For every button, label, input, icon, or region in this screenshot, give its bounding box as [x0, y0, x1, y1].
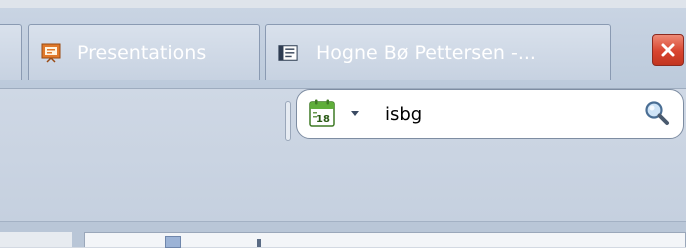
main-panel: [84, 232, 686, 248]
search-input[interactable]: [385, 100, 625, 128]
tab-previous[interactable]: [0, 24, 22, 80]
close-button[interactable]: [652, 34, 684, 66]
calendar-icon[interactable]: 18: [309, 99, 335, 127]
left-panel: [0, 232, 72, 247]
close-icon: [661, 43, 675, 57]
item-icon: [165, 236, 181, 248]
dropdown-arrow-icon[interactable]: [351, 111, 359, 116]
tab-presentations[interactable]: Presentations: [28, 24, 260, 80]
window-top-strip: [0, 0, 686, 8]
tab-hogne-bo-pettersen[interactable]: Hogne Bø Pettersen -...: [265, 24, 611, 80]
search-box[interactable]: 18: [296, 89, 684, 139]
tab-bar: Presentations Hogne Bø Pettersen -...: [0, 8, 686, 89]
tab-label: Presentations: [77, 42, 207, 64]
calendar-day: 18: [316, 114, 330, 125]
toolbar: 18: [0, 89, 686, 221]
presentation-icon: [41, 43, 61, 63]
content-area: [0, 221, 686, 248]
document-icon: [278, 45, 298, 61]
toolbar-grip-handle[interactable]: [285, 101, 291, 141]
tab-label: Hogne Bø Pettersen -...: [316, 42, 536, 64]
search-icon[interactable]: [643, 99, 671, 127]
